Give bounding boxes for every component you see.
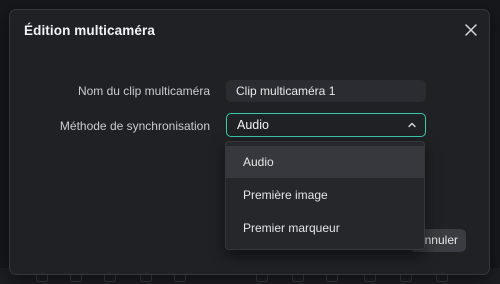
clip-name-label: Nom du clip multicaméra [77, 84, 210, 98]
dropdown-option-first-frame[interactable]: Première image [226, 179, 424, 211]
sync-method-dropdown: Audio Première image Premier marqueur [225, 141, 425, 250]
sync-method-label: Méthode de synchronisation [59, 119, 210, 133]
sync-method-value: Audio [237, 118, 269, 132]
chevron-up-icon [408, 122, 416, 128]
clip-name-input[interactable]: Clip multicaméra 1 [226, 80, 426, 102]
dropdown-option-first-marker[interactable]: Premier marqueur [226, 212, 424, 244]
dialog-title: Édition multicaméra [24, 23, 155, 38]
dropdown-option-audio[interactable]: Audio [226, 146, 424, 178]
sync-method-select[interactable]: Audio [226, 113, 426, 137]
close-button[interactable] [462, 21, 480, 39]
close-icon [465, 24, 477, 36]
